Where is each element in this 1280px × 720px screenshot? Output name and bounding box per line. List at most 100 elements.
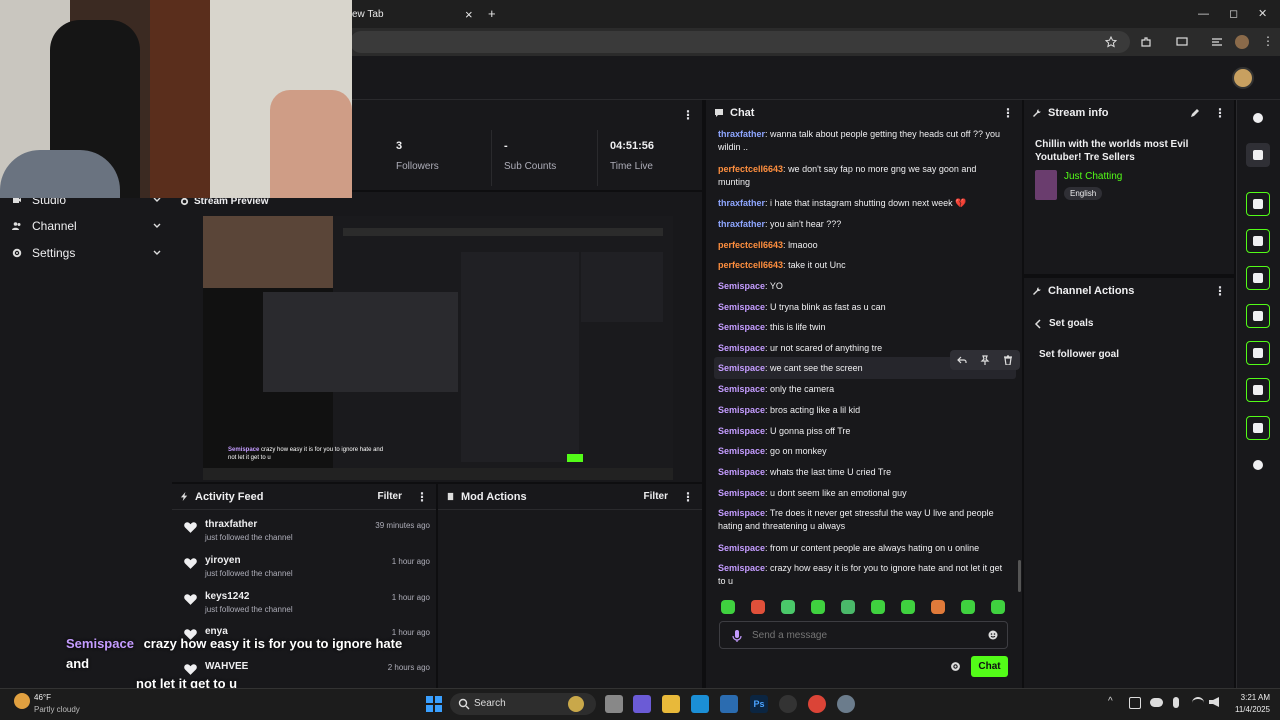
activity-menu-icon[interactable]: ⋮ [416, 490, 428, 504]
chat-username[interactable]: Semispace [718, 322, 765, 332]
broadcast-icon[interactable] [1246, 341, 1270, 365]
emote-icon[interactable] [721, 600, 735, 614]
set-follower-goal-button[interactable]: Set follower goal [1039, 349, 1119, 360]
chat-username[interactable]: thraxfather [718, 198, 765, 208]
chat-username[interactable]: Semispace [718, 363, 765, 373]
emote-icon[interactable] [961, 600, 975, 614]
taskbar-search[interactable]: Search [450, 693, 596, 715]
chat-username[interactable]: Semispace [718, 508, 765, 518]
address-bar[interactable] [350, 31, 1130, 53]
chat-message[interactable]: Semispace: from ur content people are al… [718, 542, 1008, 555]
chat-username[interactable]: Semispace [718, 281, 765, 291]
chat-username[interactable]: thraxfather [718, 129, 765, 139]
chat-username[interactable]: Semispace [718, 384, 765, 394]
chat-username[interactable]: Semispace [718, 302, 765, 312]
channel-actions-menu-icon[interactable]: ⋮ [1214, 284, 1226, 298]
chat-message[interactable]: Semispace: we cant see the screen [718, 362, 1008, 375]
edit-pencil-icon[interactable] [1190, 108, 1200, 118]
window-maximize-button[interactable]: ◻ [1229, 7, 1238, 20]
chat-username[interactable]: Semispace [718, 343, 765, 353]
mod-menu-icon[interactable]: ⋮ [682, 490, 694, 504]
chat-username[interactable]: perfectcell6643 [718, 240, 783, 250]
chrome-icon[interactable] [808, 695, 826, 713]
window-minimize-button[interactable]: — [1198, 8, 1209, 20]
category-thumbnail[interactable] [1035, 170, 1057, 200]
chat-message[interactable]: Semispace: only the camera [718, 383, 1008, 396]
chat-message[interactable]: perfectcell6643: we don't say fap no mor… [718, 163, 1008, 189]
weather-temp[interactable]: 46°F [34, 693, 51, 702]
stream-preview-video[interactable]: Semispace crazy how easy it is for you t… [203, 216, 673, 480]
emote-icon[interactable] [751, 600, 765, 614]
chat-message[interactable]: Semispace: crazy how easy it is for you … [718, 562, 1008, 588]
chat-settings-gear-icon[interactable] [950, 661, 961, 672]
new-tab-button[interactable]: + [488, 6, 496, 21]
chat-message[interactable]: Semispace: whats the last time U cried T… [718, 466, 1008, 479]
chat-message-input[interactable] [752, 627, 972, 643]
chat-send-button[interactable]: Chat [971, 656, 1008, 677]
chat-menu-icon[interactable]: ⋮ [1002, 106, 1014, 120]
chat-message[interactable]: Semispace: u dont seem like an emotional… [718, 487, 1008, 500]
emote-icon[interactable] [871, 600, 885, 614]
chat-icon[interactable] [1246, 304, 1270, 328]
wrench-icon[interactable] [1246, 416, 1270, 440]
chat-message[interactable]: perfectcell6643: take it out Unc [718, 259, 1008, 272]
store-icon[interactable] [720, 695, 738, 713]
chat-message[interactable]: Semispace: ur not scared of anything tre [718, 342, 1008, 355]
emote-icon[interactable] [991, 600, 1005, 614]
activity-item[interactable]: yiroyen just followed the channel 1 hour a… [180, 555, 434, 587]
stream-info-menu-icon[interactable]: ⋮ [1214, 106, 1226, 120]
activity-filter-button[interactable]: Filter [378, 491, 402, 502]
reading-list-icon[interactable] [1211, 36, 1223, 48]
tab-close-icon[interactable]: × [465, 7, 473, 22]
chat-message[interactable]: Semispace: U gonna piss off Tre [718, 425, 1008, 438]
task-view-icon[interactable] [605, 695, 623, 713]
chat-input-box[interactable] [719, 621, 1008, 649]
cast-icon[interactable] [1176, 36, 1188, 48]
chat-message[interactable]: thraxfather: wanna talk about people get… [718, 128, 1008, 154]
chat-message[interactable]: thraxfather: you ain't hear ??? [718, 218, 1008, 231]
bookmark-star-icon[interactable] [1105, 36, 1117, 48]
palette-icon[interactable] [1246, 453, 1270, 477]
window-close-button[interactable]: ✕ [1258, 7, 1267, 20]
nav-item-channel[interactable]: Channel [12, 216, 162, 236]
chat-username[interactable]: Semispace [718, 446, 765, 456]
stats-menu-icon[interactable]: ⋮ [682, 108, 694, 122]
camera-icon[interactable] [1246, 192, 1270, 216]
chat-username[interactable]: Semispace [718, 543, 765, 553]
chat-message[interactable]: Semispace: bros acting like a lil kid [718, 404, 1008, 417]
user-avatar[interactable] [1232, 67, 1254, 89]
emote-icon[interactable] [811, 600, 825, 614]
stream-category[interactable]: Just Chatting [1064, 171, 1122, 182]
chat-username[interactable]: Semispace [718, 426, 765, 436]
pencil-icon[interactable] [1246, 143, 1270, 167]
emote-icon[interactable] [781, 600, 795, 614]
chat-scrollbar[interactable] [1018, 560, 1021, 592]
microphone-icon[interactable] [732, 629, 742, 643]
copilot-icon[interactable] [633, 695, 651, 713]
mod-filter-button[interactable]: Filter [644, 491, 668, 502]
emote-icon[interactable] [841, 600, 855, 614]
windows-start-icon[interactable] [426, 696, 442, 712]
browser-menu-icon[interactable]: ⋮ [1262, 34, 1274, 48]
tray-wifi-icon[interactable] [1192, 697, 1204, 707]
chat-username[interactable]: Semispace [718, 563, 765, 573]
emote-icon[interactable] [931, 600, 945, 614]
chat-username[interactable]: Semispace [718, 467, 765, 477]
file-explorer-icon[interactable] [662, 695, 680, 713]
taskbar-clock[interactable]: 3:21 AM 11/4/2025 [1226, 692, 1270, 716]
activity-item[interactable]: thraxfather just followed the channel 39 m… [180, 519, 434, 551]
activity-item[interactable]: keys1242 just followed the channel 1 hour … [180, 591, 434, 623]
activity-username[interactable]: yiroyen [205, 555, 241, 566]
notes-icon[interactable] [1246, 266, 1270, 290]
obs-icon[interactable] [779, 695, 797, 713]
chat-message[interactable]: Semispace: this is life twin [718, 321, 1008, 334]
browser-tab-title[interactable]: ew Tab [352, 9, 384, 20]
set-goals-back-button[interactable]: Set goals [1033, 318, 1093, 329]
chat-message[interactable]: thraxfather: i hate that instagram shutt… [718, 197, 1008, 210]
chat-username[interactable]: thraxfather [718, 219, 765, 229]
nav-item-settings[interactable]: Settings [12, 243, 162, 263]
chat-username[interactable]: perfectcell6643 [718, 260, 783, 270]
extensions-icon[interactable] [1140, 36, 1152, 48]
chat-username[interactable]: Semispace [718, 488, 765, 498]
tray-cloud-icon[interactable] [1150, 698, 1163, 707]
